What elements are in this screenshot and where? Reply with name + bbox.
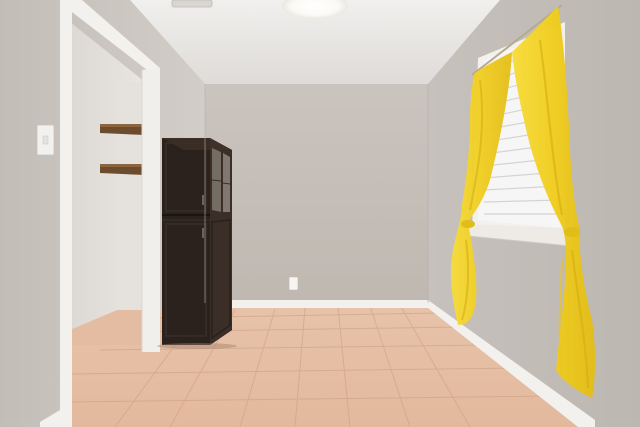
- wall-outlet: [288, 276, 299, 291]
- baseboard-back: [231, 300, 428, 308]
- light-switch-toggle: [42, 135, 49, 145]
- closet-back-wall: [117, 82, 145, 310]
- curtain-tieback-left: [461, 220, 475, 228]
- room-illustration: [0, 0, 640, 427]
- dark-wood-cabinet: [157, 138, 237, 349]
- cabinet-handle-lower: [202, 228, 204, 238]
- closet-door-frame-right: [142, 68, 160, 352]
- glass-cabinet-door-right: [223, 153, 230, 212]
- closet-shelf-lower-face: [100, 164, 145, 167]
- cabinet-handle-upper: [202, 195, 204, 205]
- curtain-tieback-right: [564, 227, 580, 237]
- closet-door-frame-left: [60, 0, 72, 427]
- closet-shelf-face: [100, 124, 145, 127]
- smoke-detector: [171, 0, 213, 8]
- room-photo: [0, 0, 640, 427]
- back-wall: [205, 84, 428, 303]
